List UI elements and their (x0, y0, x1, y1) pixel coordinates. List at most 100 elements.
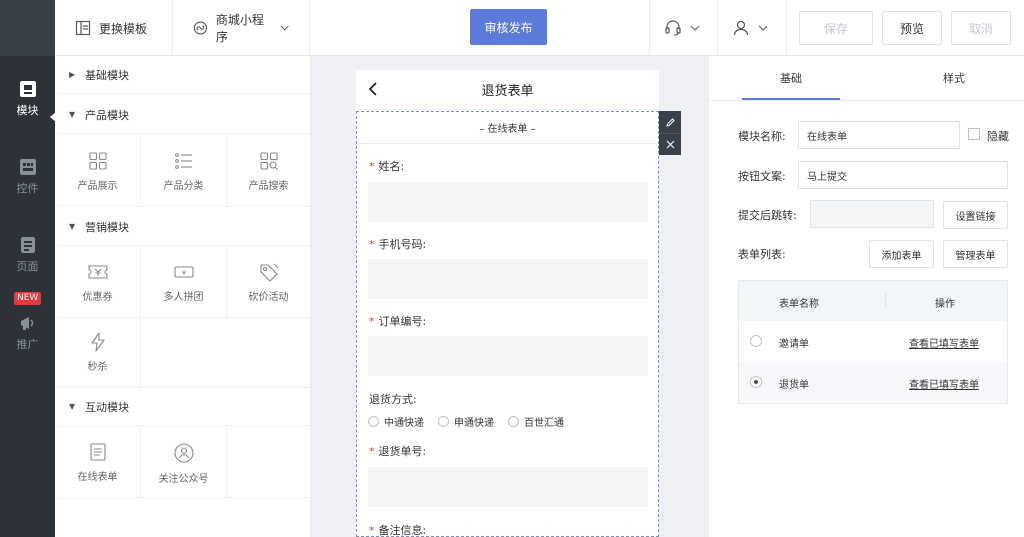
rail-item-module[interactable]: 模块 (0, 80, 55, 118)
order-input[interactable] (368, 336, 648, 376)
button-text-label: 按钮文案: (738, 170, 786, 183)
return-no-input[interactable] (368, 467, 648, 507)
section-title: 产品模块 (85, 108, 129, 122)
radio-option[interactable]: 中通快递 (368, 414, 424, 429)
module-icon (19, 81, 36, 97)
page-title-text: 退货表单 (481, 84, 534, 99)
change-template-label: 更换模板 (99, 21, 148, 36)
tile-label: 在线表单 (77, 472, 118, 483)
grid-icon (88, 152, 107, 170)
table-row[interactable]: 邀请单 查看已填写表单 (739, 321, 1007, 362)
tile-label: 产品分类 (163, 181, 204, 192)
rail-item-widget[interactable]: 控件 (0, 158, 55, 196)
group-buy-icon: ¥ (173, 266, 194, 278)
service-dropdown[interactable] (649, 0, 718, 56)
manage-form-button[interactable]: 管理表单 (943, 240, 1008, 268)
back-arrow-icon[interactable] (368, 82, 380, 96)
chevron-down-icon (280, 25, 289, 31)
phone-input[interactable] (368, 259, 648, 299)
rail-item-label: 模块 (16, 104, 39, 117)
view-submissions-link[interactable]: 查看已填写表单 (909, 335, 979, 350)
add-form-button[interactable]: 添加表单 (869, 240, 934, 268)
user-dropdown[interactable] (718, 0, 787, 56)
app-type-dropdown[interactable]: 商城小程序 (173, 0, 310, 56)
editor-canvas: 退货表单 – 在线表单 – * 姓名: * 手机号码: * 订单编号: 退货方式: 中… (311, 56, 709, 537)
tile-coupon[interactable]: 优惠券 (55, 248, 141, 318)
logo-area (0, 0, 55, 56)
field-label-order: * 订单编号: (369, 315, 427, 328)
app-type-label: 商城小程序 (215, 13, 264, 44)
button-text-input[interactable]: 马上提交 (798, 161, 1008, 189)
field-label-name: * 姓名: (369, 160, 405, 173)
field-label-phone: * 手机号码: (369, 238, 427, 251)
preview-button[interactable]: 预览 (882, 11, 942, 45)
table-row[interactable]: 退货单 查看已填写表单 (739, 362, 1007, 403)
tile-label: 秒杀 (87, 362, 108, 373)
headset-icon (665, 20, 681, 36)
tile-label: 关注公众号 (158, 474, 209, 485)
template-icon (75, 20, 91, 36)
tile-bargain[interactable]: 砍价活动 (227, 248, 311, 318)
radio-option[interactable]: 百世汇通 (508, 414, 564, 429)
tile-label: 多人拼团 (163, 292, 204, 303)
tab-basic[interactable]: 基础 (742, 56, 840, 100)
rail-item-page[interactable]: 页面 (0, 236, 55, 274)
form-heading: – 在线表单 – (357, 112, 658, 144)
publish-button[interactable]: 审核发布 (470, 9, 547, 45)
row-radio[interactable] (750, 335, 762, 347)
edit-button[interactable] (659, 111, 681, 133)
section-product[interactable]: ▼ 产品模块 (55, 96, 311, 134)
promote-icon (20, 317, 33, 330)
row-name: 退货单 (779, 380, 809, 391)
user-icon (733, 20, 749, 36)
new-badge: NEW (14, 292, 42, 305)
change-template-button[interactable]: 更换模板 (55, 0, 173, 56)
svg-text:¥: ¥ (181, 269, 186, 277)
delete-button[interactable] (659, 133, 681, 155)
price-tag-icon (259, 263, 278, 282)
caret-down-icon: ▼ (69, 110, 76, 119)
tile-product-category[interactable]: 产品分类 (141, 137, 227, 207)
top-bar: 更换模板 商城小程序 审核发布 保存 预览 取消 (55, 0, 1024, 56)
radio-circle (368, 416, 379, 427)
selected-form-module[interactable]: – 在线表单 – * 姓名: * 手机号码: * 订单编号: 退货方式: 中通快递 申… (356, 111, 659, 537)
form-table: 表单名称 操作 邀请单 查看已填写表单 退货单 查看已填写表单 (738, 280, 1008, 404)
name-input[interactable] (368, 182, 648, 222)
widget-icon (19, 159, 36, 175)
tile-product-display[interactable]: 产品展示 (55, 137, 141, 207)
tile-online-form[interactable]: 在线表单 (55, 428, 141, 498)
tile-group-buy[interactable]: ¥ 多人拼团 (141, 248, 227, 318)
tile-flash-sale[interactable]: 秒杀 (55, 318, 141, 388)
tab-divider (709, 100, 1024, 101)
page-title: 退货表单 (356, 70, 659, 110)
grid-search-icon (259, 152, 278, 170)
mini-program-icon (193, 21, 208, 35)
save-button[interactable]: 保存 (799, 11, 873, 45)
hide-checkbox[interactable] (968, 128, 980, 140)
tile-product-search[interactable]: 产品搜索 (227, 137, 311, 207)
rail-item-label: 控件 (16, 182, 39, 195)
tile-label: 产品搜索 (248, 181, 289, 192)
caret-down-icon: ▼ (69, 402, 76, 411)
close-icon (666, 140, 674, 149)
table-header: 表单名称 操作 (739, 281, 1007, 321)
tile-empty (227, 428, 311, 498)
chevron-down-icon (690, 25, 700, 31)
redirect-input[interactable] (810, 200, 934, 228)
tab-style[interactable]: 样式 (905, 56, 1003, 100)
page-icon (20, 237, 35, 253)
form-icon (89, 443, 106, 461)
module-name-input[interactable]: 在线表单 (798, 121, 960, 149)
view-submissions-link[interactable]: 查看已填写表单 (909, 376, 979, 391)
form-list-label: 表单列表: (738, 248, 786, 261)
tile-follow-account[interactable]: 关注公众号 (141, 428, 227, 498)
set-link-button[interactable]: 设置链接 (943, 201, 1008, 229)
cancel-button[interactable]: 取消 (951, 11, 1011, 45)
section-marketing[interactable]: ▼ 营销模块 (55, 208, 311, 246)
section-basic[interactable]: ▶ 基础模块 (55, 56, 311, 94)
section-interactive[interactable]: ▼ 互动模块 (55, 388, 311, 426)
radio-option[interactable]: 申通快递 (438, 414, 494, 429)
tile-label: 优惠券 (82, 292, 113, 303)
rail-item-promote[interactable]: 推广 (0, 314, 55, 352)
row-radio-selected[interactable] (750, 376, 762, 388)
